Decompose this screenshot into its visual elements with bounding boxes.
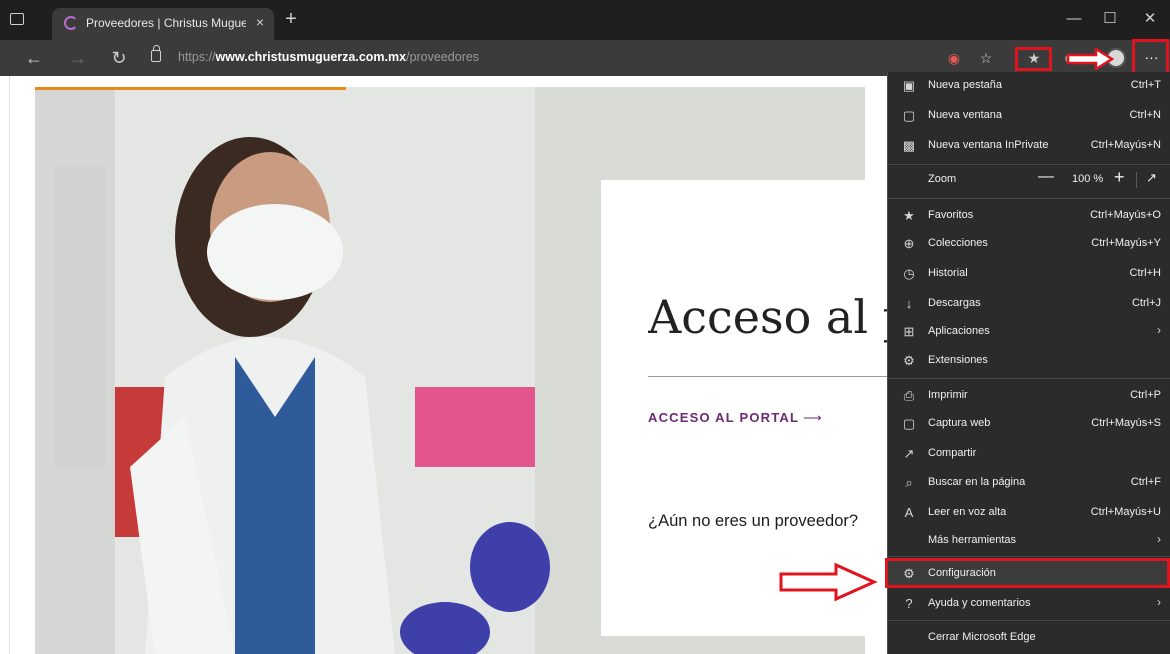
close-window-button[interactable]: ✕ xyxy=(1133,8,1167,32)
menu-item-zoom: Zoom — 100 % + ↗ xyxy=(928,167,1157,188)
new-window-icon: ▢ xyxy=(902,108,916,123)
card-divider xyxy=(648,376,908,377)
menu-item-help[interactable]: ? Ayuda y comentarios › xyxy=(888,590,1170,618)
menu-separator xyxy=(888,378,1170,379)
maximize-button[interactable]: ☐ xyxy=(1093,8,1127,32)
chevron-right-icon: › xyxy=(1157,532,1161,546)
apps-icon: ⊞ xyxy=(903,324,915,339)
chevron-right-icon: › xyxy=(1157,323,1161,337)
back-button[interactable]: ← xyxy=(22,46,46,70)
address-bar[interactable]: https://www.christusmuguerza.com.mx/prov… xyxy=(148,45,928,70)
new-tab-button[interactable]: + xyxy=(281,9,301,30)
settings-and-more-button[interactable]: ··· xyxy=(1135,42,1168,76)
menu-item-new-window[interactable]: ▢ Nueva ventana Ctrl+N xyxy=(888,102,1170,130)
add-favorite-icon[interactable]: ☆ xyxy=(976,48,996,68)
refresh-button[interactable]: ↻ xyxy=(107,46,131,70)
menu-item-apps[interactable]: ⊞ Aplicaciones › xyxy=(888,318,1170,346)
zoom-out-button[interactable]: — xyxy=(1038,168,1054,186)
new-tab-icon: ▣ xyxy=(902,78,916,93)
favorites-highlight-box xyxy=(1015,47,1052,71)
lock-icon[interactable] xyxy=(151,45,161,62)
settings-pointer-arrow-icon xyxy=(779,562,878,602)
chevron-right-icon: › xyxy=(1157,595,1161,609)
menu-item-inprivate[interactable]: ▩ Nueva ventana InPrivate Ctrl+Mayús+N xyxy=(888,132,1170,160)
portal-access-link[interactable]: ACCESO AL PORTAL ⟶ xyxy=(648,410,823,426)
tab-proveedores[interactable]: Proveedores | Christus Muguerza × xyxy=(52,8,274,40)
inprivate-icon: ▩ xyxy=(902,138,916,153)
menu-separator xyxy=(888,164,1170,165)
menu-item-extensions[interactable]: ⚙ Extensiones xyxy=(888,347,1170,375)
card-title: Acceso al p xyxy=(648,290,908,344)
pointer-arrow-icon xyxy=(1066,48,1114,70)
menu-item-close-edge[interactable]: Cerrar Microsoft Edge xyxy=(888,624,1170,652)
url-text[interactable]: https://www.christusmuguerza.com.mx/prov… xyxy=(178,50,479,64)
menu-item-read-aloud[interactable]: A Leer en voz alta Ctrl+Mayús+U xyxy=(888,499,1170,527)
minimize-button[interactable]: — xyxy=(1057,8,1091,32)
accent-bar xyxy=(35,87,346,90)
web-capture-icon: ▢ xyxy=(902,416,916,431)
tab-close-button[interactable]: × xyxy=(251,12,269,32)
browser-toolbar: ← → ↻ https://www.christusmuguerza.com.m… xyxy=(0,40,1170,76)
print-icon: ⎙ xyxy=(903,388,915,403)
menu-item-downloads[interactable]: ↓ Descargas Ctrl+J xyxy=(888,290,1170,318)
site-favicon-icon xyxy=(64,16,78,30)
fullscreen-icon[interactable]: ↗ xyxy=(1146,170,1157,186)
menu-item-favorites[interactable]: ★ Favoritos Ctrl+Mayús+O xyxy=(888,202,1170,230)
menu-item-more-tools[interactable]: Más herramientas › xyxy=(888,527,1170,555)
menu-item-share[interactable]: ↗ Compartir xyxy=(888,440,1170,468)
menu-item-history[interactable]: ◷ Historial Ctrl+H xyxy=(888,260,1170,288)
settings-highlight-box xyxy=(885,558,1170,588)
menu-item-find[interactable]: ⌕ Buscar en la página Ctrl+F xyxy=(888,469,1170,497)
tab-actions-icon[interactable] xyxy=(10,13,24,25)
page-left-edge xyxy=(0,76,10,654)
downloads-icon: ↓ xyxy=(905,296,913,311)
menu-separator xyxy=(888,620,1170,621)
favorites-icon: ★ xyxy=(903,208,915,223)
history-icon: ◷ xyxy=(903,266,915,281)
zoom-divider xyxy=(1136,172,1137,188)
read-aloud-icon: A xyxy=(904,505,914,520)
find-icon: ⌕ xyxy=(905,475,913,490)
menu-item-new-tab[interactable]: ▣ Nueva pestaña Ctrl+T xyxy=(888,72,1170,100)
menu-item-print[interactable]: ⎙ Imprimir Ctrl+P xyxy=(888,382,1170,410)
menu-item-web-capture[interactable]: ▢ Captura web Ctrl+Mayús+S xyxy=(888,410,1170,438)
menu-item-collections[interactable]: ⊕ Colecciones Ctrl+Mayús+Y xyxy=(888,230,1170,258)
zoom-value: 100 % xyxy=(1072,173,1104,185)
menu-separator xyxy=(888,198,1170,199)
collections-icon: ⊕ xyxy=(903,236,915,251)
share-icon: ↗ xyxy=(903,446,915,461)
help-icon: ? xyxy=(905,596,913,611)
menu-separator xyxy=(888,556,1170,557)
not-supplier-question: ¿Aún no eres un proveedor? xyxy=(648,512,859,530)
tracking-prevention-icon[interactable]: ◉ xyxy=(944,48,964,68)
forward-button[interactable]: → xyxy=(66,46,90,70)
tab-strip: Proveedores | Christus Muguerza × + — ☐ … xyxy=(0,0,1170,40)
extensions-icon: ⚙ xyxy=(903,353,915,368)
zoom-in-button[interactable]: + xyxy=(1114,167,1125,188)
tab-title: Proveedores | Christus Muguerza xyxy=(86,16,246,30)
